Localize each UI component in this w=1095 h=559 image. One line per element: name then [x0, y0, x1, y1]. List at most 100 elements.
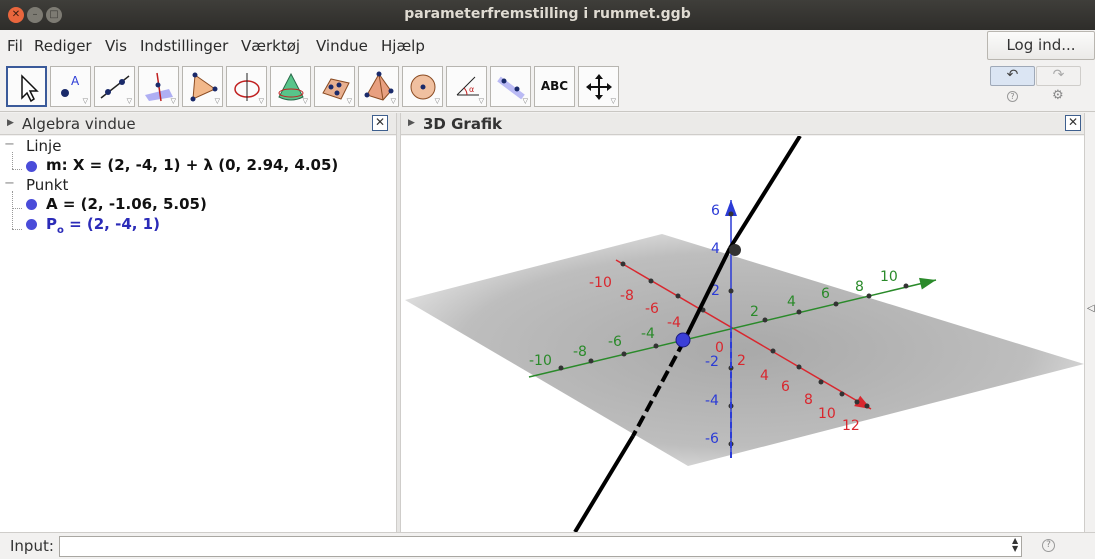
x-axis-tick-label: 2	[737, 353, 746, 369]
tool-reflect[interactable]: ▽	[490, 66, 531, 107]
menu-vaerktoj[interactable]: Værktøj	[241, 37, 300, 55]
y-axis-tick-mark	[558, 365, 564, 371]
menu-indstillinger[interactable]: Indstillinger	[140, 37, 228, 55]
point-p0[interactable]	[675, 332, 691, 348]
move-arrow-icon	[21, 74, 39, 103]
y-axis-tick-label: 2	[750, 304, 759, 320]
graphics-3d-view[interactable]: -10 -8 -6 -4 2 4 6 8 10 12 0 -10 -8 -6 -4 2 4 6 8 10 6 4 2 -2…	[401, 136, 1084, 532]
menu-rediger[interactable]: Rediger	[34, 37, 92, 55]
menu-hjaelp[interactable]: Hjælp	[381, 37, 425, 55]
x-axis-tick-mark	[854, 399, 860, 405]
undo-icon: ↶	[1006, 67, 1019, 83]
redo-button[interactable]: ↷	[1036, 66, 1081, 86]
help-icon[interactable]: ?	[1007, 91, 1018, 102]
tree-connector	[12, 229, 22, 230]
dropdown-triangle-icon: ▽	[390, 97, 396, 105]
collapse-triangle-icon[interactable]: ▶	[7, 118, 14, 128]
z-axis-tick-mark	[728, 211, 734, 217]
point-p0-name: P	[46, 215, 57, 233]
tool-intersect-surfaces[interactable]: ▽	[270, 66, 311, 107]
dropdown-triangle-icon: ▽	[258, 97, 264, 105]
tree-connector	[12, 152, 13, 169]
tool-circle-axis[interactable]: ▽	[226, 66, 267, 107]
visibility-dot-p0[interactable]	[26, 219, 37, 230]
object-line-m[interactable]: m: X = (2, -4, 1) + λ (0, 2.94, 4.05)	[46, 156, 338, 174]
dropdown-triangle-icon: ▽	[214, 97, 220, 105]
tool-plane[interactable]: ▽	[314, 66, 355, 107]
y-axis-tick-mark	[588, 358, 594, 364]
x-axis-tick-mark	[675, 293, 681, 299]
x-axis-tick-mark	[648, 278, 654, 284]
tool-pyramid[interactable]: ▽	[358, 66, 399, 107]
graphics-3d-canvas[interactable]: -10-8-6-4246810120 -10-8-6 -424 6 810 642-2…	[401, 136, 1084, 532]
dropdown-triangle-icon: ▽	[126, 97, 132, 105]
dropdown-triangle-icon: ▽	[302, 97, 308, 105]
undo-button[interactable]: ↶	[990, 66, 1035, 86]
menu-vindue[interactable]: Vindue	[316, 37, 368, 55]
collapse-triangle-icon[interactable]: ▶	[408, 118, 415, 128]
svg-text:α: α	[469, 85, 474, 94]
tool-move-view[interactable]: ▽	[578, 66, 619, 107]
y-axis-arrow-icon	[919, 277, 936, 290]
x-axis-tick-label: -6	[645, 301, 659, 317]
tool-move[interactable]	[6, 66, 47, 107]
point-p0-subscript: o	[57, 225, 64, 236]
graphics-close-button[interactable]: ✕	[1065, 115, 1081, 131]
input-spinner-icon[interactable]: ▲ ▼	[1012, 537, 1018, 553]
input-field[interactable]	[59, 536, 1022, 557]
point-p0-coords: = (2, -4, 1)	[63, 215, 160, 233]
x-axis-tick-mark	[839, 391, 845, 397]
graphics-panel-title: 3D Grafik	[423, 115, 503, 133]
graphics-panel-header: ▶ 3D Grafik ✕	[401, 113, 1084, 135]
visibility-dot-m[interactable]	[26, 161, 37, 172]
y-axis-tick-mark	[903, 283, 909, 289]
dropdown-triangle-icon: ▽	[170, 97, 176, 105]
group-label-linje: Linje	[26, 137, 62, 155]
collapse-punkt-toggle[interactable]: −	[4, 176, 15, 191]
group-label-punkt: Punkt	[26, 176, 69, 194]
line-m-upper[interactable]	[728, 136, 802, 250]
object-point-p0[interactable]: Po = (2, -4, 1)	[46, 215, 160, 236]
input-help-icon[interactable]: ?	[1042, 539, 1055, 552]
menu-fil[interactable]: Fil	[7, 37, 23, 55]
algebra-panel-header: ▶ Algebra vindue ✕	[0, 113, 396, 135]
tool-text[interactable]: ABC	[534, 66, 575, 107]
collapse-linje-toggle[interactable]: −	[4, 137, 15, 152]
login-button[interactable]: Log ind...	[987, 31, 1095, 60]
x-axis-tick-label: 8	[804, 392, 813, 408]
z-axis-tick-label: 4	[711, 241, 720, 257]
tool-angle[interactable]: α ▽	[446, 66, 487, 107]
object-point-a[interactable]: A = (2, -1.06, 5.05)	[46, 195, 207, 213]
geogebra-window: ✕ – □ parameterfremstilling i rummet.ggb…	[0, 0, 1095, 559]
x-axis-tick-label: -4	[667, 315, 681, 331]
tool-sphere[interactable]: ▽	[402, 66, 443, 107]
tool-perpendicular[interactable]: ▽	[138, 66, 179, 107]
tree-connector	[12, 191, 13, 229]
side-panel-toggle[interactable]: ◁	[1084, 113, 1095, 532]
point-a[interactable]	[729, 244, 741, 256]
z-axis-tick-mark	[728, 288, 734, 294]
input-bar: Input: ▲ ▼ ?	[0, 532, 1095, 559]
x-axis-tick-mark	[770, 348, 776, 354]
x-axis-tick-label: 12	[842, 418, 860, 434]
tool-line[interactable]: ▽	[94, 66, 135, 107]
gear-icon[interactable]: ⚙	[1052, 88, 1064, 103]
x-axis-tick-mark	[796, 364, 802, 370]
dropdown-triangle-icon: ▽	[478, 97, 484, 105]
y-axis-tick-label: 6	[821, 286, 830, 302]
tool-point[interactable]: A ▽	[50, 66, 91, 107]
title-bar: ✕ – □ parameterfremstilling i rummet.ggb	[0, 0, 1095, 30]
menu-vis[interactable]: Vis	[105, 37, 127, 55]
visibility-dot-a[interactable]	[26, 199, 37, 210]
x-axis-tick-mark	[818, 379, 824, 385]
line-m-lower[interactable]	[573, 434, 635, 532]
y-axis-tick-label: 8	[855, 279, 864, 295]
close-icon: ✕	[374, 115, 386, 129]
text-icon: ABC	[540, 79, 569, 93]
z-axis-tick-label: 6	[711, 203, 720, 219]
algebra-close-button[interactable]: ✕	[372, 115, 388, 131]
dropdown-triangle-icon: ▽	[434, 97, 440, 105]
z-axis-tick-label: -6	[705, 431, 719, 447]
tool-polygon[interactable]: ▽	[182, 66, 223, 107]
y-axis-tick-mark	[833, 301, 839, 307]
